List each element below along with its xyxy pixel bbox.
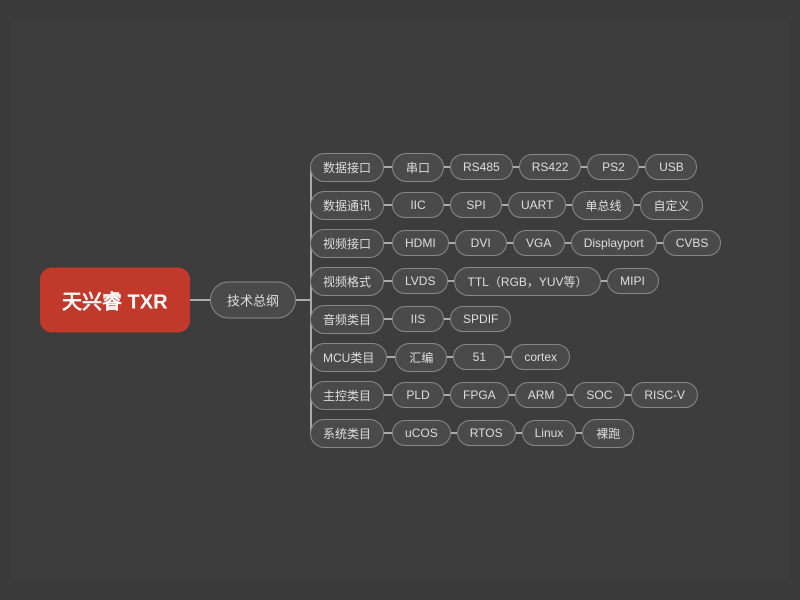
node-6-3: SOC bbox=[573, 382, 625, 408]
node-1-3: 单总线 bbox=[572, 191, 634, 220]
node-2-4: CVBS bbox=[663, 230, 722, 256]
node-7-1: RTOS bbox=[457, 420, 516, 446]
node-2-3: Displayport bbox=[571, 230, 657, 256]
node-1-0: IIC bbox=[392, 192, 444, 218]
node-0-3: PS2 bbox=[587, 154, 639, 180]
node-0-0: 串口 bbox=[392, 153, 444, 182]
category-node-6: 主控类目 bbox=[310, 381, 384, 410]
node-1-4: 自定义 bbox=[640, 191, 702, 220]
row-6: 主控类目 PLDFPGAARMSOCRISC-V bbox=[310, 378, 721, 412]
node-5-1: 51 bbox=[453, 344, 505, 370]
row-1: 数据通讯 IICSPIUART单总线自定义 bbox=[310, 188, 721, 222]
category-node-7: 系统类目 bbox=[310, 419, 384, 448]
node-3-1: TTL（RGB，YUV等） bbox=[454, 267, 600, 296]
category-node-3: 视频格式 bbox=[310, 267, 384, 296]
node-5-0: 汇编 bbox=[395, 343, 447, 372]
node-2-2: VGA bbox=[513, 230, 565, 256]
row-2: 视频接口 HDMIDVIVGADisplayportCVBS bbox=[310, 226, 721, 260]
node-7-2: Linux bbox=[522, 420, 577, 446]
node-6-0: PLD bbox=[392, 382, 444, 408]
category-node-5: MCU类目 bbox=[310, 343, 387, 372]
node-3-0: LVDS bbox=[392, 268, 448, 294]
node-0-1: RS485 bbox=[450, 154, 513, 180]
node-4-0: IIS bbox=[392, 306, 444, 332]
main-container: 天兴睿 TXR 技术总纲 数据接口串口RS485RS422PS2USB 数据通讯 I… bbox=[10, 20, 790, 580]
root-node: 天兴睿 TXR bbox=[40, 268, 190, 333]
category-node-1: 数据通讯 bbox=[310, 191, 384, 220]
node-7-0: uCOS bbox=[392, 420, 451, 446]
node-1-2: UART bbox=[508, 192, 566, 218]
category-node-0: 数据接口 bbox=[310, 153, 384, 182]
node-2-0: HDMI bbox=[392, 230, 449, 256]
node-0-2: RS422 bbox=[519, 154, 582, 180]
node-6-4: RISC-V bbox=[631, 382, 698, 408]
node-3-2: MIPI bbox=[607, 268, 659, 294]
category-node-4: 音频类目 bbox=[310, 305, 384, 334]
center-node: 技术总纲 bbox=[210, 282, 296, 319]
node-0-4: USB bbox=[645, 154, 697, 180]
node-1-1: SPI bbox=[450, 192, 502, 218]
node-6-1: FPGA bbox=[450, 382, 509, 408]
row-5: MCU类目汇编51cortex bbox=[310, 340, 721, 374]
row-3: 视频格式 LVDSTTL（RGB，YUV等） MIPI bbox=[310, 264, 721, 298]
row-0: 数据接口串口RS485RS422PS2USB bbox=[310, 150, 721, 184]
node-7-3: 裸跑 bbox=[582, 419, 634, 448]
row-7: 系统类目 uCOSRTOSLinux裸跑 bbox=[310, 416, 721, 450]
node-4-1: SPDIF bbox=[450, 306, 511, 332]
node-2-1: DVI bbox=[455, 230, 507, 256]
node-5-2: cortex bbox=[511, 344, 570, 370]
node-6-2: ARM bbox=[515, 382, 568, 408]
row-4: 音频类目 IISSPDIF bbox=[310, 302, 721, 336]
category-node-2: 视频接口 bbox=[310, 229, 384, 258]
